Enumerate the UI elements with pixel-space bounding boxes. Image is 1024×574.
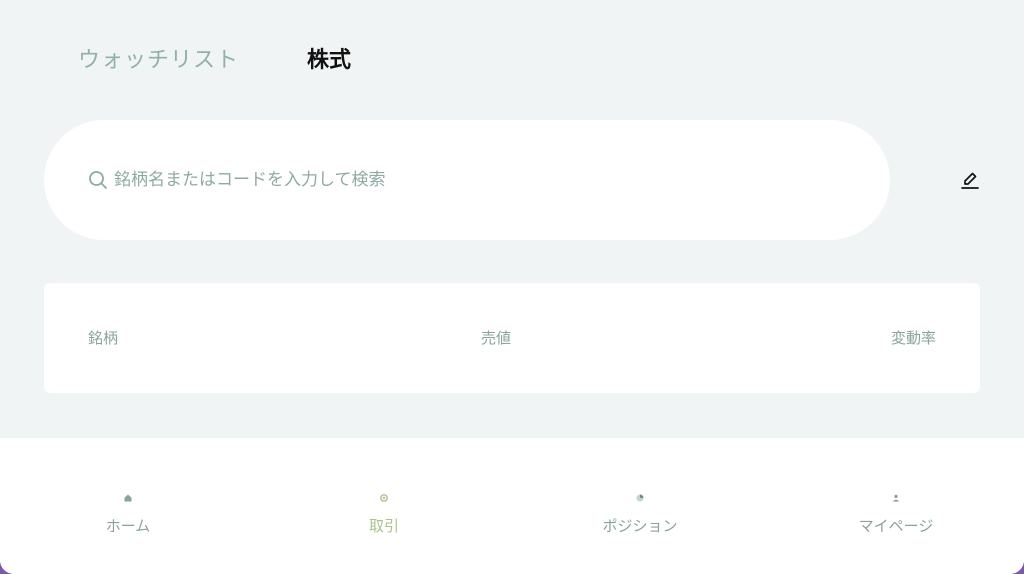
column-header-name: 銘柄: [88, 329, 119, 347]
nav-item-mypage[interactable]: マイページ: [816, 494, 976, 536]
column-header-change-rate: 変動率: [890, 329, 936, 347]
column-header-price: 売値: [481, 329, 512, 347]
tab-watchlist[interactable]: ウォッチリスト: [78, 46, 239, 76]
tab-bar: ウォッチリスト 株式: [78, 44, 351, 78]
pie-chart-icon: [636, 494, 644, 502]
home-icon: [124, 494, 132, 502]
tab-stocks[interactable]: 株式: [307, 46, 351, 76]
app-window: ウォッチリスト 株式 銘柄 売値 変動率 ホーム: [0, 0, 1024, 574]
nav-label-home: ホーム: [105, 517, 151, 535]
search-icon: [89, 171, 107, 189]
nav-item-home[interactable]: ホーム: [48, 494, 208, 536]
search-input[interactable]: [114, 165, 814, 195]
search-bar[interactable]: [44, 120, 890, 240]
trade-icon: [380, 494, 388, 502]
nav-label-position: ポジション: [602, 517, 678, 535]
watchlist-table: 銘柄 売値 変動率: [44, 283, 980, 393]
bottom-navigation: ホーム 取引 ポジション マイページ: [0, 438, 1024, 574]
edit-button[interactable]: [956, 166, 984, 194]
user-icon: [892, 494, 900, 502]
nav-item-position[interactable]: ポジション: [560, 494, 720, 536]
nav-item-trade[interactable]: 取引: [304, 494, 464, 536]
nav-label-trade: 取引: [368, 517, 399, 535]
edit-pencil-icon: [961, 172, 979, 189]
nav-label-mypage: マイページ: [858, 517, 934, 535]
